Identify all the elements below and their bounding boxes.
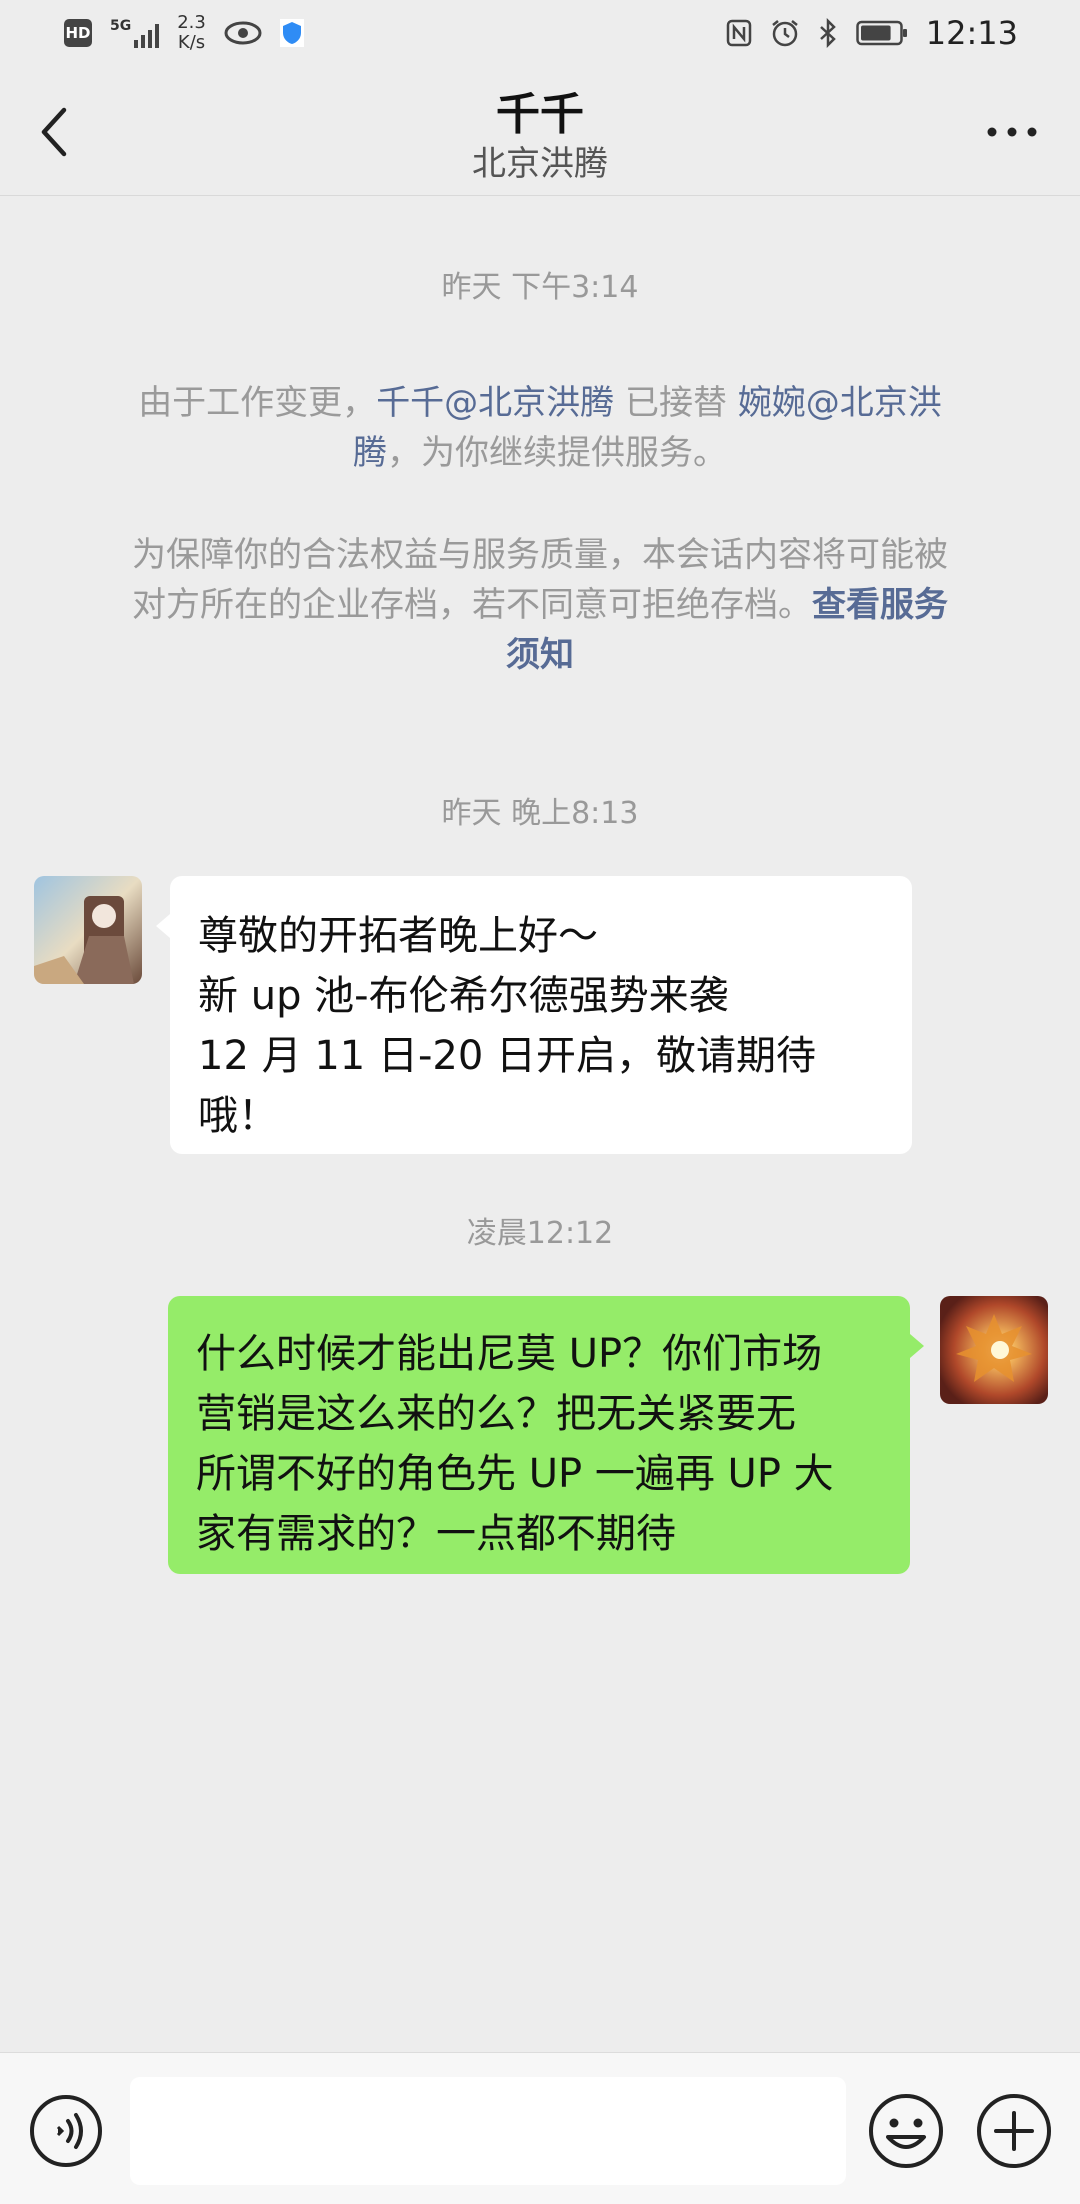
- service-terms-link[interactable]: 查看服务: [812, 585, 948, 625]
- contact-avatar[interactable]: [34, 876, 142, 984]
- nfc-icon: [726, 19, 752, 47]
- contact-link-old-cont[interactable]: 腾: [353, 433, 387, 473]
- message-input[interactable]: [130, 2077, 846, 2185]
- timestamp: 昨天 晚上8:13: [441, 796, 639, 831]
- message-line: 所谓不好的角色先 UP 一遍再 UP 大: [196, 1451, 834, 1497]
- notice-line: 为保障你的合法权益与服务质量，本会话内容将可能被: [132, 535, 948, 575]
- chat-screen: HD 5G 2.3 K/s 12:13 千千 北京洪腾 昨天 下午3:14 由于…: [0, 0, 1080, 2204]
- system-notice-handover: 由于工作变更，千千@北京洪腾 已接替 婉婉@北京洪 腾，为你继续提供服务。: [90, 378, 990, 478]
- clock: 12:13: [925, 14, 1018, 52]
- my-avatar[interactable]: [940, 1296, 1048, 1404]
- hd-badge: HD: [64, 19, 92, 47]
- notice-line: 由于工作变更，千千@北京洪腾 已接替 婉婉@北京洪: [90, 378, 990, 428]
- timestamp: 凌晨12:12: [466, 1216, 614, 1251]
- status-left: HD 5G 2.3 K/s: [64, 13, 304, 53]
- shield-icon: [279, 19, 304, 47]
- notice-text: 由于工作变更，: [138, 383, 377, 423]
- voice-icon[interactable]: [28, 2093, 104, 2169]
- timestamp: 昨天 下午3:14: [441, 270, 639, 305]
- avatar-image: [34, 876, 142, 984]
- notice-line: 须知: [90, 630, 990, 680]
- message-line: 尊敬的开拓者晚上好～: [198, 913, 598, 959]
- message-line: 家有需求的？一点都不期待: [196, 1511, 676, 1557]
- message-line: 营销是这么来的么？把无关紧要无: [196, 1391, 796, 1437]
- input-bar: [0, 2052, 1080, 2204]
- signal-icon: 5G: [110, 18, 160, 48]
- contact-name: 千千: [496, 89, 584, 140]
- chat-header: 千千 北京洪腾: [0, 66, 1080, 196]
- battery-icon: [856, 20, 907, 46]
- speed-unit: K/s: [177, 32, 206, 53]
- bluetooth-icon: [819, 18, 836, 48]
- notice-text: ，为你继续提供服务。: [387, 433, 727, 473]
- more-options-icon[interactable]: [982, 120, 1042, 144]
- avatar-image: [940, 1296, 1048, 1404]
- notice-line: 腾，为你继续提供服务。: [90, 428, 990, 478]
- contact-company: 北京洪腾: [472, 144, 608, 184]
- notice-line: 对方所在的企业存档，若不同意可拒绝存档。查看服务: [90, 580, 990, 630]
- message-line: 12 月 11 日-20 日开启，敬请期待: [198, 1033, 816, 1079]
- network-type: 5G: [110, 18, 132, 34]
- eye-icon: [224, 21, 262, 45]
- plus-icon[interactable]: [974, 2091, 1054, 2171]
- system-notice-archive: 为保障你的合法权益与服务质量，本会话内容将可能被 对方所在的企业存档，若不同意可…: [90, 530, 990, 680]
- message-line: 哦！: [198, 1093, 278, 1139]
- contact-link-old[interactable]: 婉婉@北京洪: [738, 383, 942, 423]
- network-speed: 2.3 K/s: [177, 13, 206, 53]
- outgoing-message-bubble[interactable]: 什么时候才能出尼莫 UP？你们市场 营销是这么来的么？把无关紧要无 所谓不好的角…: [168, 1296, 924, 1574]
- alarm-icon: [772, 20, 798, 47]
- incoming-message-bubble[interactable]: 尊敬的开拓者晚上好～ 新 up 池-布伦希尔德强势来袭 12 月 11 日-20…: [156, 876, 912, 1154]
- status-right: 12:13: [726, 14, 1018, 52]
- emoji-icon[interactable]: [866, 2091, 946, 2171]
- contact-link-new[interactable]: 千千@北京洪腾: [376, 383, 614, 423]
- message-line: 新 up 池-布伦希尔德强势来袭: [198, 973, 729, 1019]
- speed-value: 2.3: [177, 12, 206, 33]
- notice-text: 对方所在的企业存档，若不同意可拒绝存档。: [132, 585, 812, 625]
- notice-text: 已接替: [614, 383, 738, 423]
- message-line: 什么时候才能出尼莫 UP？你们市场: [196, 1331, 823, 1377]
- status-bar: HD 5G 2.3 K/s 12:13: [0, 0, 1080, 66]
- service-terms-link-cont[interactable]: 须知: [506, 635, 574, 675]
